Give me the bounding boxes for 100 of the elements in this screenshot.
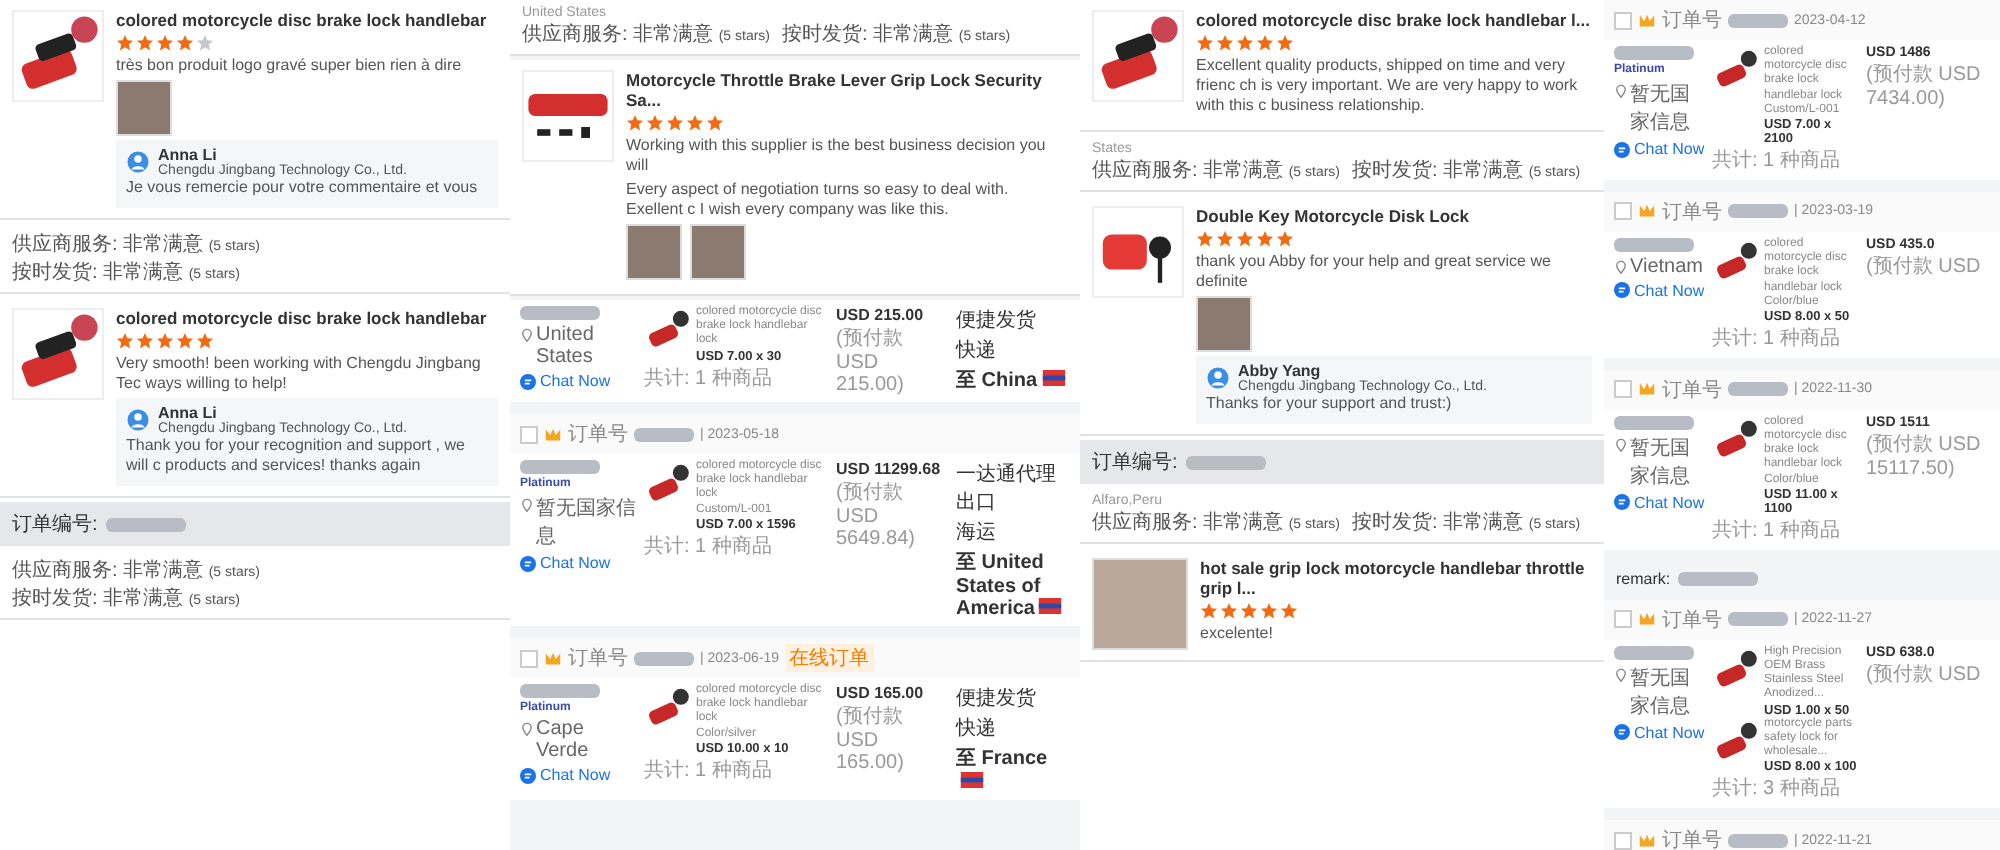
photo-placeholder[interactable] (1196, 296, 1252, 352)
reply-text: Thanks for your support and trust:) (1206, 394, 1454, 414)
masked-number (1728, 382, 1788, 397)
brake-lock-icon (12, 308, 104, 400)
chat-icon (1614, 282, 1630, 299)
masked-buyer-name (1614, 237, 1694, 252)
crown-icon (1638, 11, 1656, 29)
crown-icon (544, 425, 562, 443)
avatar-icon (126, 150, 150, 174)
buyer-location: 暂无国家信息 (1630, 435, 1692, 490)
location-pin-icon (520, 498, 534, 512)
crown-icon (1638, 202, 1656, 221)
chat-now-button[interactable]: Chat Now (520, 372, 611, 390)
chat-icon (520, 373, 536, 389)
flag-icon (1041, 370, 1066, 386)
shipping-method: 一达通代理出口 (956, 461, 1058, 516)
order-number-label: 订单号 (1662, 377, 1722, 404)
order-number-label: 订单号 (1662, 607, 1722, 634)
chat-icon (1614, 141, 1630, 157)
masked-number (634, 427, 694, 441)
location-pin-icon (1614, 84, 1628, 98)
order-total: USD 11299.68 (836, 460, 943, 478)
order-number-label: 订单编号: (12, 511, 98, 538)
photo-placeholder[interactable] (116, 80, 172, 136)
masked-buyer-name (1614, 46, 1694, 60)
item-count: 共计: 1 种商品 (1712, 325, 1842, 352)
avatar-icon (126, 408, 150, 432)
reply-text: Je vous remercie pour votre commentaire et vous (126, 178, 480, 198)
order-number-label: 订单号 (1662, 827, 1722, 850)
chat-now-button[interactable]: Chat Now (1614, 723, 1705, 742)
prepaid-amount: (预付款 USD 15117.50) (1866, 431, 1983, 480)
product-title[interactable]: hot sale grip lock motorcycle handlebar throttle grip l... (1200, 558, 1592, 598)
product-title[interactable]: Double Key Motorcycle Disk Lock (1196, 206, 1592, 226)
order-number-label: 订单编号: (1092, 449, 1178, 476)
order-total: USD 215.00 (836, 306, 926, 324)
brake-lock-icon (1092, 10, 1184, 102)
chat-icon (520, 767, 536, 783)
item-count: 共计: 1 种商品 (644, 365, 774, 392)
masked-number (1728, 204, 1788, 219)
chat-icon (1614, 724, 1630, 741)
product-title[interactable]: colored motorcycle disc brake lock handlebar (116, 308, 498, 328)
reply-author: Abby Yang (1238, 362, 1321, 380)
chat-now-button[interactable]: Chat Now (1614, 493, 1705, 512)
masked-buyer-name (520, 306, 600, 320)
shipping-method: 快递 (956, 715, 998, 742)
masked-number (1728, 833, 1788, 848)
product-title[interactable]: colored motorcycle disc brake lock handlebar (116, 10, 498, 30)
masked-text (1678, 571, 1759, 586)
chat-now-button[interactable]: Chat Now (1614, 281, 1705, 300)
brake-lock-icon (12, 10, 104, 102)
buyer-location: United States (536, 324, 596, 368)
buyer-location: 暂无国家信息 (1630, 81, 1692, 136)
review-text: Very smooth! been working with Chengdu Jingbang Tec ways willing to help! (116, 354, 483, 394)
photo-placeholder[interactable] (626, 224, 682, 280)
checkbox[interactable] (1614, 202, 1632, 221)
reply-author: Anna Li (158, 404, 219, 422)
masked-number (105, 517, 186, 531)
location-pin-icon (520, 722, 534, 736)
checkbox[interactable] (1614, 610, 1632, 629)
chat-icon (1614, 494, 1630, 511)
destination: 至 China (956, 370, 1038, 392)
prepaid-amount: (预付款 USD 5649.84) (836, 480, 917, 550)
chat-now-button[interactable]: Chat Now (1614, 140, 1705, 158)
masked-number (1728, 13, 1788, 27)
checkbox[interactable] (1614, 11, 1632, 29)
reply-text: Thank you for your recognition and support , we will c products and services! thanks again (126, 436, 467, 476)
order-number-label: 订单号 (568, 645, 628, 672)
shipping-method: 便捷发货 (956, 307, 1038, 334)
location-pin-icon (520, 328, 534, 342)
crown-icon (544, 649, 562, 667)
review-text: très bon produit logo gravé super bien rien à dire (116, 56, 464, 76)
chat-now-button[interactable]: Chat Now (520, 766, 611, 784)
prepaid-amount: (预付款 USD (1866, 661, 1983, 688)
product-title[interactable]: Motorcycle Throttle Brake Lever Grip Lock Security Sa... (626, 70, 1068, 110)
crown-icon (1638, 610, 1656, 629)
order-total: USD 165.00 (836, 684, 926, 702)
avatar-icon (1206, 366, 1230, 390)
product-title[interactable]: colored motorcycle disc brake lock handlebar l... (1196, 10, 1592, 30)
masked-number (634, 651, 694, 665)
checkbox[interactable] (1614, 380, 1632, 399)
checkbox[interactable] (1614, 831, 1632, 850)
masked-buyer-name (520, 460, 600, 474)
checkbox[interactable] (520, 649, 538, 667)
remark-label: remark: (1616, 569, 1671, 588)
checkbox[interactable] (520, 425, 538, 443)
item-count: 共计: 1 种商品 (644, 757, 774, 784)
item-count: 共计: 3 种商品 (1712, 775, 1842, 803)
photo-placeholder[interactable] (690, 224, 746, 280)
prepaid-amount: (预付款 USD (1866, 253, 1983, 280)
buyer-location: Vietnam (1630, 255, 1706, 278)
chat-now-button[interactable]: Chat Now (520, 554, 611, 572)
buyer-location: Cape Verde (536, 718, 591, 762)
masked-buyer-name (1614, 645, 1694, 660)
masked-buyer-name (520, 684, 600, 698)
prepaid-amount: (预付款 USD 215.00) (836, 326, 906, 396)
review-text: excelente! (1200, 624, 1275, 644)
buyer-location: 暂无国家信息 (536, 495, 636, 550)
location-pin-icon (1614, 259, 1628, 274)
shipping-method: 快递 (956, 337, 998, 364)
flag-icon (960, 772, 984, 788)
